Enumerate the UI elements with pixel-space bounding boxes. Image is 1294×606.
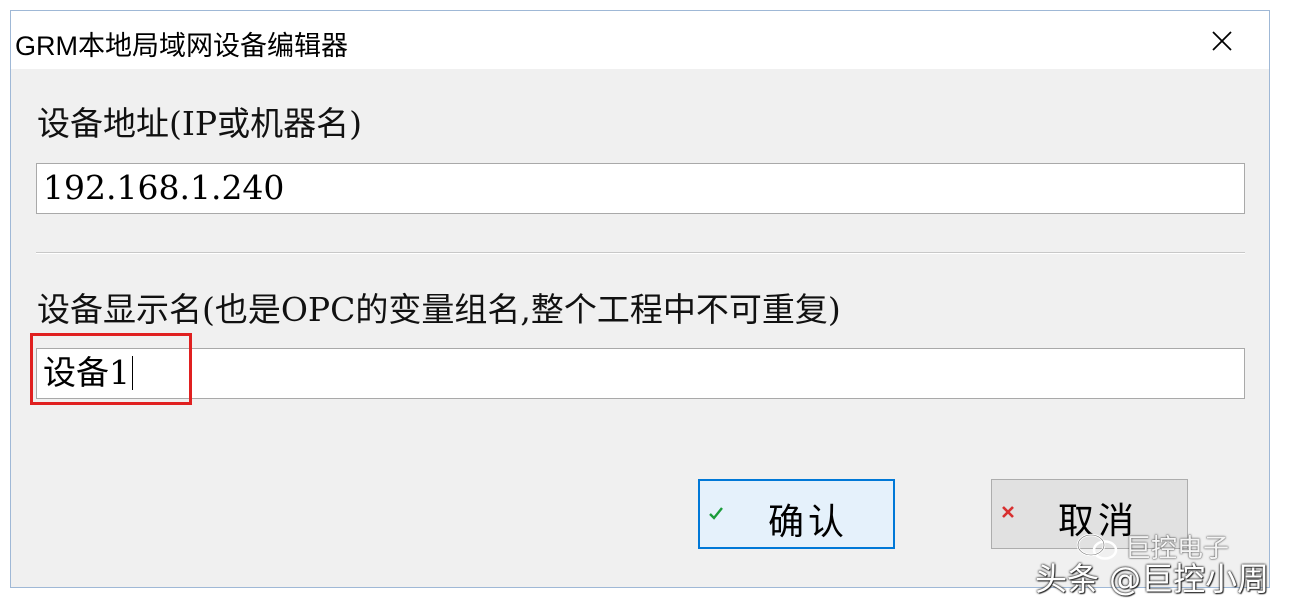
text-caret	[132, 356, 133, 390]
checkmark-icon	[706, 503, 726, 523]
device-display-name-input[interactable]: 设备1	[36, 348, 1245, 399]
device-display-name-label: 设备显示名(也是OPC的变量组名,整个工程中不可重复)	[37, 290, 841, 329]
device-address-label: 设备地址(IP或机器名)	[37, 104, 362, 143]
device-address-value: 192.168.1.240	[43, 168, 285, 207]
title-bar: GRM本地局域网设备编辑器	[11, 11, 1269, 69]
device-address-input[interactable]: 192.168.1.240	[36, 163, 1245, 214]
device-editor-dialog: GRM本地局域网设备编辑器 设备地址(IP或机器名) 192.168.1.240…	[10, 10, 1270, 588]
device-display-name-value: 设备1	[43, 353, 130, 392]
cancel-button[interactable]: 取消	[991, 479, 1188, 549]
window-title: GRM本地局域网设备编辑器	[15, 31, 348, 61]
close-icon[interactable]	[1199, 21, 1245, 61]
x-mark-icon	[998, 502, 1018, 522]
separator	[36, 252, 1245, 254]
confirm-button-label: 确认	[768, 502, 849, 543]
cancel-button-label: 取消	[1058, 501, 1139, 542]
confirm-button[interactable]: 确认	[698, 479, 895, 549]
